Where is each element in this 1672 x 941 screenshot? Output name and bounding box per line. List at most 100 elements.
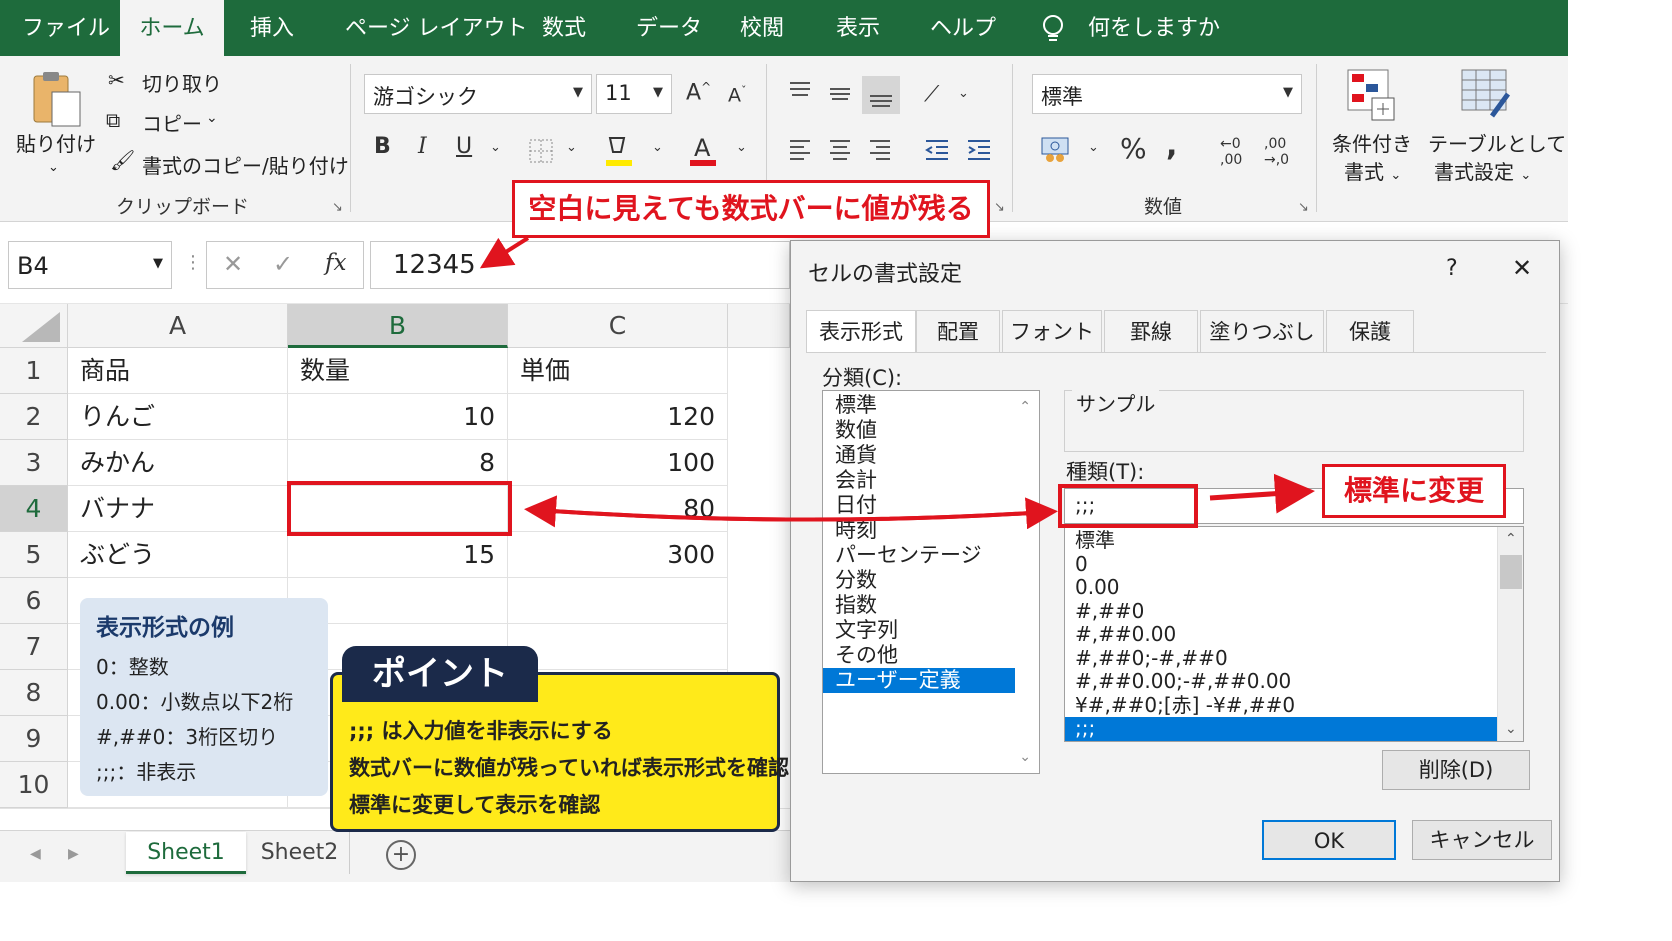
- number-format-select[interactable]: 標準 ▼: [1032, 74, 1302, 114]
- tab-data[interactable]: データ: [636, 0, 702, 56]
- sheet-tab-sheet2[interactable]: Sheet2: [250, 832, 350, 874]
- format-item[interactable]: 0: [1065, 552, 1497, 577]
- format-item[interactable]: #,##0.00: [1065, 622, 1497, 647]
- format-as-table-label-2[interactable]: 書式設定 ⌄: [1434, 156, 1531, 185]
- format-list[interactable]: 標準 0 0.00 #,##0 #,##0.00 #,##0;-#,##0 #,…: [1064, 526, 1524, 742]
- insert-function-icon[interactable]: fx: [325, 250, 346, 276]
- scroll-down-icon[interactable]: ⌄: [1019, 749, 1031, 765]
- copy-dropdown-icon[interactable]: ⌄: [206, 110, 218, 126]
- paste-button[interactable]: 貼り付け: [16, 128, 96, 157]
- scroll-up-icon[interactable]: ⌃: [1019, 399, 1031, 415]
- category-item[interactable]: 標準: [823, 393, 1015, 418]
- tab-file[interactable]: ファイル: [22, 0, 110, 56]
- scroll-down-icon[interactable]: ⌄: [1505, 721, 1517, 737]
- number-launcher-icon[interactable]: ↘: [1298, 200, 1309, 215]
- row-header[interactable]: 3: [0, 440, 68, 486]
- category-item[interactable]: 文字列: [823, 618, 1015, 643]
- align-right-icon[interactable]: [868, 138, 892, 160]
- orientation-icon[interactable]: ⟋: [924, 82, 939, 107]
- format-item[interactable]: 標準: [1065, 528, 1497, 553]
- scroll-thumb[interactable]: [1500, 555, 1522, 589]
- format-list-scrollbar[interactable]: ⌃ ⌄: [1497, 527, 1523, 741]
- paste-dropdown-icon[interactable]: ⌄: [48, 160, 59, 175]
- row-header[interactable]: 7: [0, 624, 68, 670]
- format-item[interactable]: #,##0.00;-#,##0.00: [1065, 669, 1497, 694]
- format-item[interactable]: #,##0;-#,##0: [1065, 646, 1497, 671]
- cell-a3[interactable]: みかん: [68, 440, 288, 486]
- dialog-tab-font[interactable]: フォント: [1002, 310, 1102, 352]
- alignment-launcher-icon[interactable]: ↘: [994, 200, 1005, 215]
- category-item[interactable]: 指数: [823, 593, 1015, 618]
- decrease-indent-icon[interactable]: [924, 138, 950, 160]
- cell-c2[interactable]: 120: [508, 394, 728, 440]
- formula-input[interactable]: 12345: [370, 241, 790, 289]
- category-item[interactable]: 日付: [823, 493, 1015, 518]
- accounting-format-icon[interactable]: [1040, 134, 1074, 164]
- row-header[interactable]: 1: [0, 348, 68, 394]
- scroll-right-icon[interactable]: ▶: [68, 846, 79, 862]
- conditional-formatting-icon[interactable]: [1346, 68, 1400, 122]
- cell-b2[interactable]: 10: [288, 394, 508, 440]
- conditional-formatting-label-2[interactable]: 書式 ⌄: [1344, 156, 1401, 185]
- row-header[interactable]: 9: [0, 716, 68, 762]
- enter-icon[interactable]: ✓: [273, 250, 293, 278]
- select-all-corner[interactable]: [0, 304, 68, 348]
- cell-c4[interactable]: 80: [508, 486, 728, 532]
- paste-icon[interactable]: [30, 70, 86, 130]
- tab-insert[interactable]: 挿入: [250, 0, 294, 56]
- chevron-down-icon[interactable]: ⌄: [652, 140, 663, 155]
- cell-c1[interactable]: 単価: [508, 348, 728, 394]
- tab-view[interactable]: 表示: [836, 0, 880, 56]
- dialog-tab-border[interactable]: 罫線: [1104, 310, 1198, 352]
- cell-b3[interactable]: 8: [288, 440, 508, 486]
- grow-font-button[interactable]: A^: [686, 80, 711, 105]
- align-left-icon[interactable]: [788, 138, 812, 160]
- cut-button[interactable]: 切り取り: [142, 68, 222, 97]
- name-box[interactable]: B4 ▼: [8, 241, 172, 289]
- row-header[interactable]: 8: [0, 670, 68, 716]
- chevron-down-icon[interactable]: ⌄: [1088, 140, 1099, 155]
- conditional-formatting-label-1[interactable]: 条件付き: [1332, 128, 1412, 157]
- row-header[interactable]: 6: [0, 578, 68, 624]
- row-header[interactable]: 4: [0, 486, 68, 532]
- tab-home[interactable]: ホーム: [120, 0, 224, 56]
- row-header[interactable]: 5: [0, 532, 68, 578]
- category-item[interactable]: その他: [823, 643, 1015, 668]
- cancel-button[interactable]: キャンセル: [1412, 820, 1552, 860]
- row-header[interactable]: 2: [0, 394, 68, 440]
- cell-c3[interactable]: 100: [508, 440, 728, 486]
- cell-c6[interactable]: [508, 578, 728, 624]
- clipboard-launcher-icon[interactable]: ↘: [332, 200, 343, 215]
- italic-button[interactable]: I: [418, 134, 427, 159]
- column-header-a[interactable]: A: [68, 304, 288, 348]
- help-button[interactable]: ?: [1446, 256, 1458, 281]
- border-icon[interactable]: [528, 138, 554, 164]
- category-item[interactable]: 通貨: [823, 443, 1015, 468]
- dialog-tab-number[interactable]: 表示形式: [806, 310, 916, 352]
- tab-review[interactable]: 校閲: [740, 0, 784, 56]
- ok-button[interactable]: OK: [1262, 820, 1396, 860]
- format-item-selected[interactable]: ;;;: [1065, 716, 1497, 741]
- copy-button[interactable]: コピー: [142, 108, 202, 137]
- format-as-table-label-1[interactable]: テーブルとして: [1428, 128, 1566, 157]
- cell-b1[interactable]: 数量: [288, 348, 508, 394]
- chevron-down-icon[interactable]: ⌄: [566, 140, 577, 155]
- category-item[interactable]: 数値: [823, 418, 1015, 443]
- font-size-select[interactable]: 11 ▼: [596, 74, 672, 114]
- row-header[interactable]: 10: [0, 762, 68, 808]
- underline-button[interactable]: U: [456, 134, 472, 159]
- sheet-tab-sheet1[interactable]: Sheet1: [126, 832, 246, 874]
- chevron-down-icon[interactable]: ⌄: [490, 140, 501, 155]
- format-item[interactable]: ¥#,##0;[赤] -¥#,##0: [1065, 693, 1497, 718]
- category-item[interactable]: 時刻: [823, 518, 1015, 543]
- close-icon[interactable]: ✕: [1512, 254, 1532, 282]
- increase-indent-icon[interactable]: [966, 138, 992, 160]
- font-color-icon[interactable]: A: [688, 132, 718, 168]
- cell-a5[interactable]: ぶどう: [68, 532, 288, 578]
- cell-c5[interactable]: 300: [508, 532, 728, 578]
- scroll-left-icon[interactable]: ◀: [30, 846, 41, 862]
- dialog-tab-protection[interactable]: 保護: [1326, 310, 1414, 352]
- fill-color-icon[interactable]: [604, 132, 634, 168]
- category-item-selected[interactable]: ユーザー定義: [823, 668, 1015, 693]
- cell-a4[interactable]: バナナ: [68, 486, 288, 532]
